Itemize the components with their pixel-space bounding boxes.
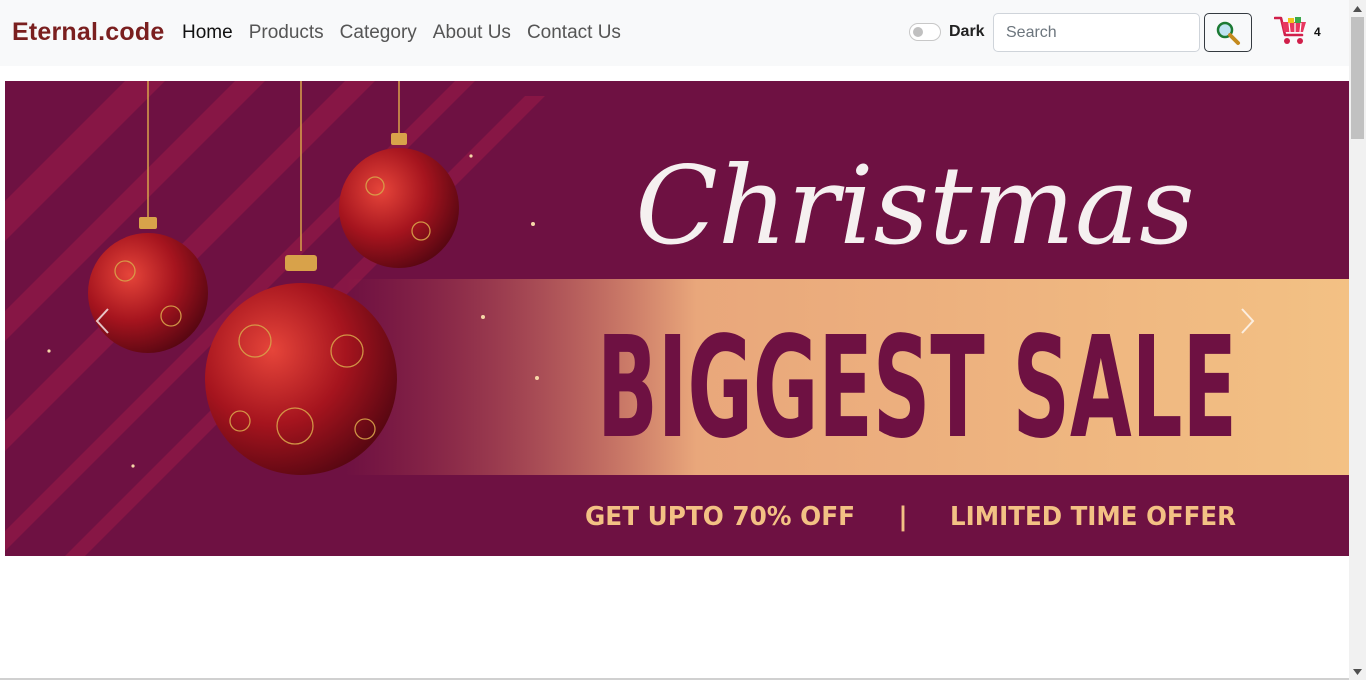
offer-separator: | (898, 502, 908, 532)
christmas-sale-banner: Christmas BIGGEST SALE GET UPTO 70% OFF … (5, 81, 1349, 556)
nav-link-about-us[interactable]: About Us (425, 22, 519, 44)
brand-logo[interactable]: Eternal.code (12, 18, 164, 47)
offer-right: LIMITED TIME OFFER (950, 502, 1236, 532)
dark-mode-switch: Dark (909, 23, 985, 41)
dark-mode-toggle[interactable] (909, 23, 941, 41)
search-input[interactable] (993, 13, 1200, 52)
toggle-knob (913, 27, 923, 37)
cart-button[interactable]: 4 (1274, 15, 1321, 47)
offer-left: GET UPTO 70% OFF (585, 502, 855, 532)
banner-heading: Christmas (635, 144, 1194, 269)
scrollbar-thumb[interactable] (1351, 17, 1364, 139)
shopping-cart-icon (1274, 16, 1306, 44)
nav-links: Home Products Category About Us Contact … (174, 22, 629, 44)
scroll-up-arrow-icon[interactable] (1349, 0, 1366, 17)
scroll-down-arrow-icon[interactable] (1349, 663, 1366, 680)
carousel-prev-button[interactable] (83, 301, 123, 341)
page: Eternal.code Home Products Category Abou… (0, 0, 1366, 680)
carousel-next-button[interactable] (1227, 301, 1267, 341)
chevron-left-icon (95, 308, 109, 334)
nav-link-category[interactable]: Category (332, 22, 425, 44)
navbar: Eternal.code Home Products Category Abou… (0, 0, 1349, 66)
magnifier-icon (1216, 21, 1240, 45)
nav-link-products[interactable]: Products (241, 22, 332, 44)
chevron-right-icon (1241, 308, 1255, 334)
nav-link-home[interactable]: Home (174, 22, 241, 44)
nav-link-contact-us[interactable]: Contact Us (519, 22, 629, 44)
banner-headline: BIGGEST SALE (597, 307, 1237, 470)
hero-carousel: Christmas BIGGEST SALE GET UPTO 70% OFF … (5, 81, 1349, 556)
search-button[interactable] (1204, 13, 1252, 52)
dark-mode-label: Dark (949, 23, 985, 40)
vertical-scrollbar[interactable] (1349, 0, 1366, 680)
cart-count-badge: 4 (1314, 25, 1321, 39)
